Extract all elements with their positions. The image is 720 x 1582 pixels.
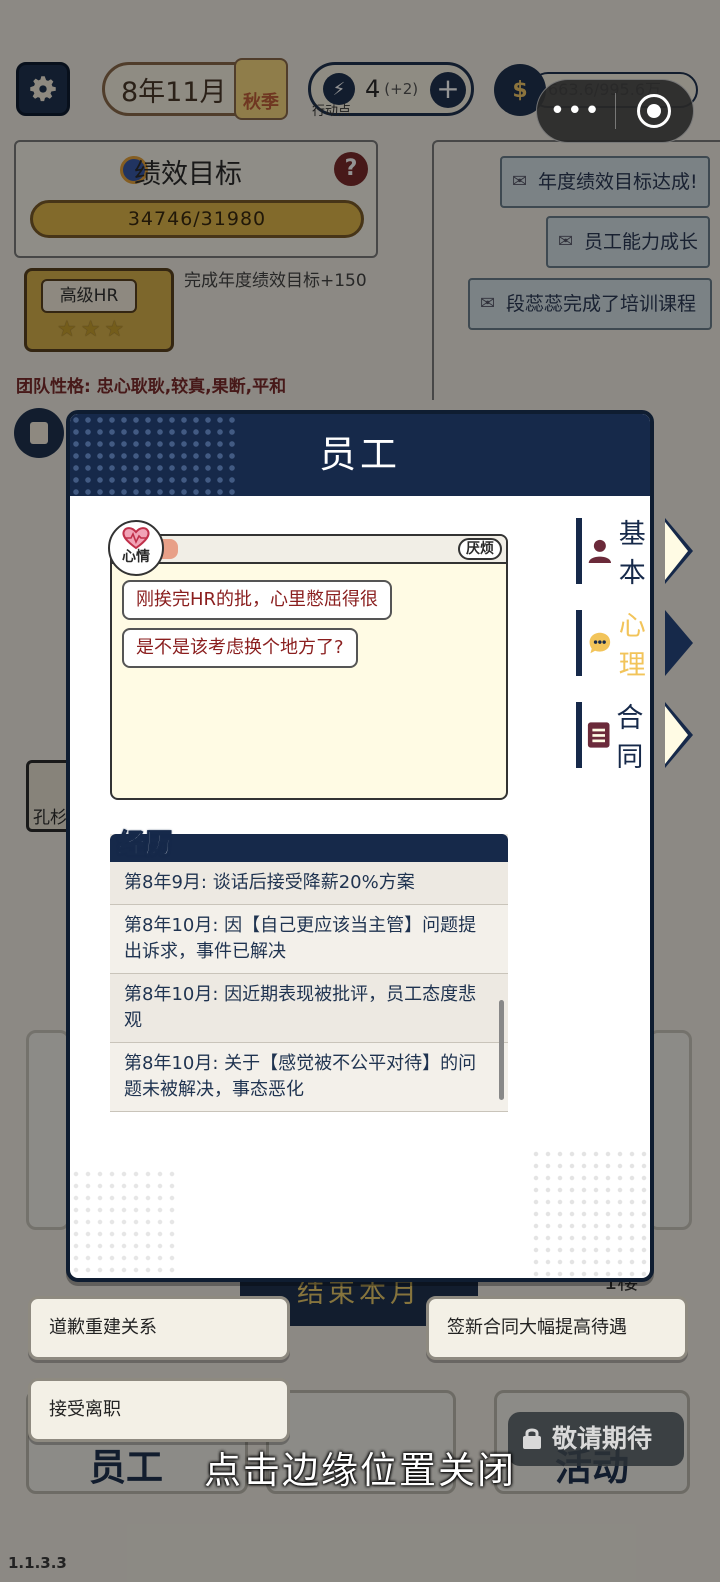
history-panel[interactable]: 经历 第8年9月: 谈话后接受降薪20%方案 第8年10月: 因【自己更应该当主… bbox=[110, 829, 508, 1112]
close-miniprogram-button[interactable] bbox=[616, 94, 694, 128]
tab-basic-body: 基本 bbox=[579, 519, 665, 589]
employee-dialog: 员工 厌烦 心情 刚挨完HR的批，心里憋屈得很 是不是该考虑换个地方了? 经历 … bbox=[66, 410, 654, 1282]
tab-basic[interactable]: 基本 bbox=[576, 518, 693, 589]
dialog-header: 员工 bbox=[70, 414, 650, 496]
chat-bubble-icon bbox=[589, 632, 611, 654]
footer-pattern-right bbox=[530, 1148, 650, 1278]
document-icon bbox=[587, 722, 610, 748]
heart-icon bbox=[122, 527, 150, 550]
new-contract-button[interactable]: 签新合同大幅提高待遇 bbox=[426, 1296, 688, 1360]
history-item: 第8年9月: 谈话后接受降薪20%方案 bbox=[110, 862, 508, 905]
history-item: 第8年10月: 因【自己更应该当主管】问题提出诉求，事件已解决 bbox=[110, 905, 508, 974]
tab-contract-label: 合同 bbox=[616, 703, 644, 773]
tab-psychology-label: 心理 bbox=[618, 611, 646, 681]
apologize-button[interactable]: 道歉重建关系 bbox=[28, 1296, 290, 1360]
close-hint: 点击边缘位置关闭 bbox=[204, 1449, 516, 1492]
thought-bubble: 刚挨完HR的批，心里憋屈得很 bbox=[122, 580, 393, 620]
history-title: 经历 bbox=[118, 829, 173, 861]
version-label: 1.1.3.3 bbox=[8, 1554, 67, 1572]
history-list: 第8年9月: 谈话后接受降薪20%方案 第8年10月: 因【自己更应该当主管】问… bbox=[110, 862, 508, 1112]
person-icon bbox=[588, 539, 612, 564]
accept-resignation-button[interactable]: 接受离职 bbox=[28, 1378, 290, 1442]
tab-contract-body: 合同 bbox=[579, 703, 665, 773]
mood-panel: 厌烦 心情 刚挨完HR的批，心里憋屈得很 是不是该考虑换个地方了? bbox=[108, 520, 508, 800]
history-scrollbar[interactable] bbox=[499, 1000, 504, 1100]
tab-basic-label: 基本 bbox=[618, 519, 646, 589]
history-item: 第8年10月: 关于【感觉被不公平对待】的问题未被解决，事态恶化 bbox=[110, 1043, 508, 1112]
mood-badge: 心情 bbox=[108, 520, 164, 576]
target-icon bbox=[637, 94, 672, 128]
dialog-title: 员工 bbox=[319, 433, 401, 476]
mood-state: 厌烦 bbox=[458, 538, 502, 560]
mood-bar: 厌烦 bbox=[112, 536, 506, 564]
mood-label: 心情 bbox=[122, 549, 150, 565]
history-header: 经历 bbox=[110, 829, 508, 862]
tab-arrow-inner bbox=[665, 522, 688, 580]
tab-psychology-body: 心理 bbox=[579, 611, 665, 681]
thought-bubble: 是不是该考虑换个地方了? bbox=[122, 628, 358, 668]
tab-arrow-inner bbox=[665, 706, 688, 764]
tab-arrow-inner bbox=[665, 614, 688, 672]
history-item: 第8年10月: 因近期表现被批评，员工态度悲观 bbox=[110, 974, 508, 1043]
tab-psychology[interactable]: 心理 bbox=[576, 610, 693, 681]
footer-pattern-left bbox=[70, 1168, 180, 1278]
more-button[interactable]: ••• bbox=[537, 96, 615, 126]
miniprogram-capsule: ••• bbox=[536, 79, 694, 143]
tab-contract[interactable]: 合同 bbox=[576, 702, 693, 773]
